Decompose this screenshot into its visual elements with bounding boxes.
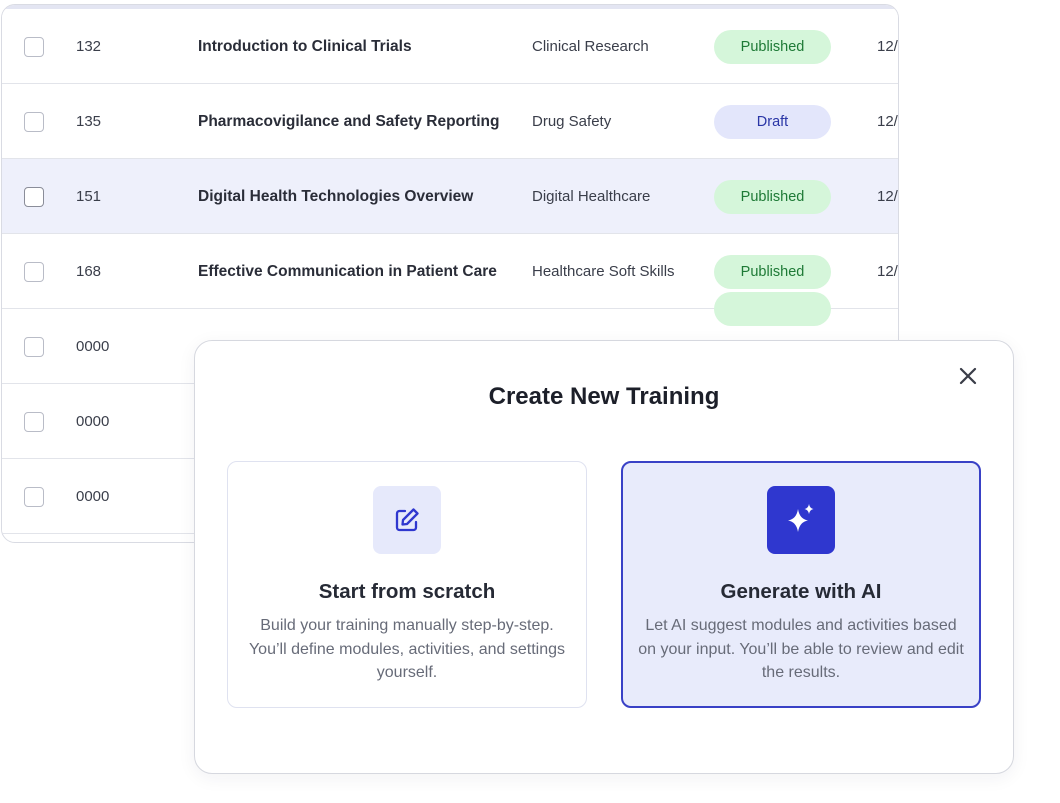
row-date: 12/ (877, 263, 898, 280)
option-description: Let AI suggest modules and activities ba… (638, 617, 964, 681)
table-row[interactable]: 151 Digital Health Technologies Overview… (2, 159, 898, 234)
row-title[interactable]: Digital Health Technologies Overview (198, 159, 473, 234)
row-title[interactable]: Effective Communication in Patient Care (198, 234, 497, 309)
generate-with-ai-option[interactable]: Generate with AI Let AI suggest modules … (621, 461, 981, 708)
row-checkbox[interactable] (24, 412, 44, 432)
row-title[interactable]: Pharmacovigilance and Safety Reporting (198, 84, 499, 159)
row-title[interactable]: Introduction to Clinical Trials (198, 9, 412, 84)
status-badge: Published (714, 179, 831, 214)
row-id: 0000 (76, 413, 110, 430)
row-id: 168 (76, 263, 102, 280)
row-checkbox[interactable] (24, 112, 44, 132)
row-checkbox[interactable] (24, 262, 44, 282)
row-category: Healthcare Soft Skills (532, 263, 675, 280)
row-date: 12/ (877, 38, 898, 55)
row-checkbox[interactable] (24, 37, 44, 57)
sparkles-icon (767, 486, 835, 554)
row-id: 135 (76, 113, 102, 130)
table-row[interactable]: 135 Pharmacovigilance and Safety Reporti… (2, 84, 898, 159)
status-badge: Published (714, 29, 831, 64)
close-button[interactable] (953, 361, 983, 391)
edit-icon (373, 486, 441, 554)
row-id: 151 (76, 188, 102, 205)
row-checkbox[interactable] (24, 487, 44, 507)
option-description: Build your training manually step-by-ste… (248, 617, 566, 681)
close-icon (959, 367, 977, 385)
row-category: Digital Healthcare (532, 188, 651, 205)
status-badge (714, 291, 831, 326)
row-status: Draft (714, 84, 831, 159)
dialog-title: Create New Training (488, 383, 720, 410)
start-from-scratch-option[interactable]: Start from scratch Build your training m… (227, 461, 587, 708)
row-date: 12/ (877, 188, 898, 205)
option-title: Start from scratch (318, 580, 496, 603)
row-status: Published (714, 159, 831, 234)
table-row[interactable]: 132 Introduction to Clinical Trials Clin… (2, 9, 898, 84)
row-status: Published (714, 9, 831, 84)
row-category: Clinical Research (532, 38, 649, 55)
row-date: 12/ (877, 113, 898, 130)
row-status (714, 271, 831, 346)
row-id: 0000 (76, 338, 110, 355)
status-badge: Draft (714, 104, 831, 139)
row-id: 0000 (76, 488, 110, 505)
row-checkbox[interactable] (24, 187, 44, 207)
option-title: Generate with AI (720, 580, 882, 603)
create-training-dialog: Create New Training Start from scratch B… (194, 340, 1014, 774)
row-checkbox[interactable] (24, 337, 44, 357)
row-id: 132 (76, 38, 102, 55)
row-category: Drug Safety (532, 113, 612, 130)
